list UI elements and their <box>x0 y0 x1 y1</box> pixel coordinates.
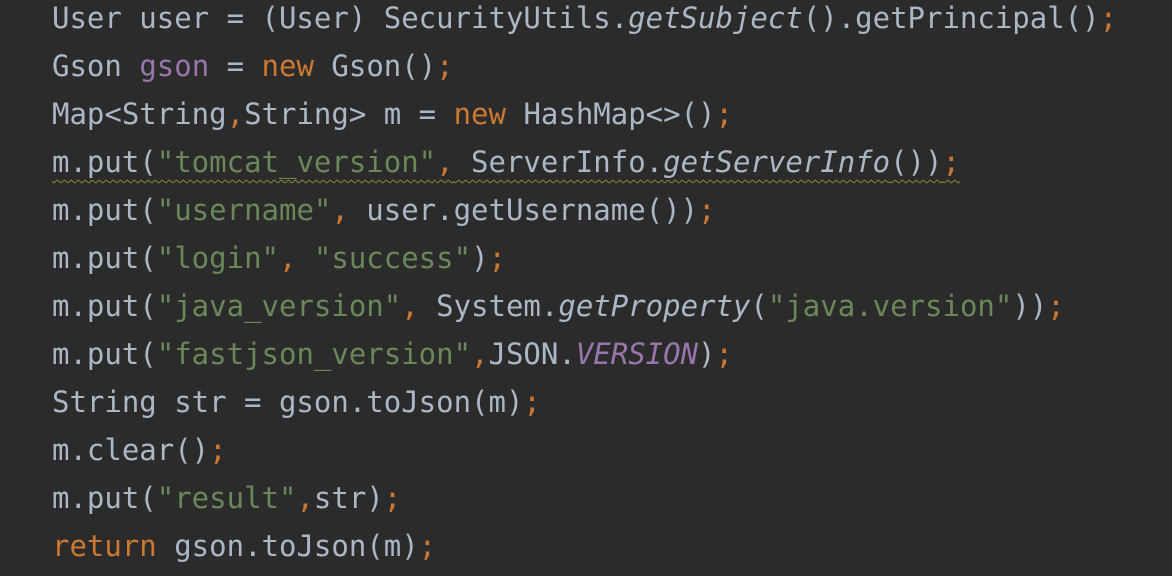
code-token: , <box>401 289 419 323</box>
code-token: getProperty <box>558 289 751 323</box>
code-token: ; <box>1047 289 1065 323</box>
code-token: ; <box>436 49 454 83</box>
code-token: ServerInfo. <box>453 145 664 179</box>
code-token: JSON. <box>488 337 576 371</box>
code-token: getSubject <box>628 1 803 35</box>
code-token: , <box>226 97 245 131</box>
code-token: ; <box>698 193 716 227</box>
code-token: "fastjson_version" <box>156 337 472 371</box>
code-line[interactable]: Map<String,String> m = new HashMap<>(); <box>52 90 733 138</box>
code-token: ; <box>942 145 960 179</box>
code-token: String str = gson.toJson(m) <box>52 385 524 419</box>
code-token: m.put( <box>52 289 157 323</box>
code-line[interactable]: m.put("fastjson_version",JSON.VERSION); <box>52 330 733 378</box>
warning-underline: m.put("tomcat_version", ServerInfo.getSe… <box>52 145 960 179</box>
code-token: ()) <box>890 145 943 179</box>
code-token: , <box>471 337 489 371</box>
code-token: "login" <box>156 241 279 275</box>
code-token: m.clear() <box>52 433 210 467</box>
code-token: Gson() <box>313 49 437 83</box>
code-line[interactable]: User user = (User) SecurityUtils.getSubj… <box>52 0 1117 42</box>
code-token: VERSION <box>575 337 699 371</box>
code-token: getServerInfo <box>663 145 891 179</box>
code-token: )) <box>1012 289 1048 323</box>
code-line[interactable]: String str = gson.toJson(m); <box>52 378 541 426</box>
code-token: Gson <box>52 49 140 83</box>
code-token: str) <box>313 481 384 515</box>
code-token: , <box>278 241 297 275</box>
code-token: m.put( <box>52 145 157 179</box>
code-line[interactable]: m.put("username", user.getUsername()); <box>52 186 716 234</box>
code-token: ) <box>471 241 489 275</box>
code-token: "result" <box>156 481 297 515</box>
code-token: System. <box>418 289 559 323</box>
code-token: ().getPrincipal() <box>802 1 1100 35</box>
code-token: = <box>209 49 262 83</box>
code-token: m.put( <box>52 193 157 227</box>
code-token: ; <box>488 241 506 275</box>
code-token: ; <box>209 433 227 467</box>
code-line[interactable]: m.put("login", "success"); <box>52 234 506 282</box>
code-token: ) <box>698 337 716 371</box>
code-line[interactable]: return gson.toJson(m); <box>52 522 436 570</box>
code-line[interactable]: m.put("tomcat_version", ServerInfo.getSe… <box>52 138 960 186</box>
code-token: gson.toJson(m) <box>156 529 419 563</box>
code-token: ; <box>523 385 541 419</box>
code-token: ; <box>715 97 733 131</box>
code-token: "username" <box>156 193 332 227</box>
code-token: ; <box>1099 1 1118 35</box>
code-token: new <box>453 97 506 131</box>
code-token: Map<String <box>52 97 227 131</box>
code-token: gson <box>139 49 210 83</box>
code-line[interactable]: m.clear(); <box>52 426 227 474</box>
code-token: m.put( <box>52 241 157 275</box>
code-token: , <box>331 193 349 227</box>
code-token: , <box>296 481 314 515</box>
code-token: ; <box>383 481 402 515</box>
code-token: "java.version" <box>767 289 1013 323</box>
code-token: ; <box>418 529 437 563</box>
code-line[interactable]: m.put("java_version", System.getProperty… <box>52 282 1065 330</box>
code-token: "tomcat_version" <box>156 145 437 179</box>
code-token: ; <box>715 337 733 371</box>
code-token: , <box>436 145 454 179</box>
code-token: user.getUsername()) <box>348 193 699 227</box>
code-token: new <box>261 49 314 83</box>
code-token: ( <box>750 289 768 323</box>
code-line[interactable]: Gson gson = new Gson(); <box>52 42 454 90</box>
code-token: "java_version" <box>156 289 402 323</box>
code-token: HashMap<>() <box>505 97 716 131</box>
code-token: String> m = <box>244 97 454 131</box>
code-token: "success" <box>313 241 472 275</box>
code-token: User user = (User) SecurityUtils. <box>52 1 629 35</box>
code-line[interactable]: m.put("result",str); <box>52 474 401 522</box>
code-token: m.put( <box>52 481 157 515</box>
code-token: return <box>52 529 157 563</box>
code-token: m.put( <box>52 337 157 371</box>
code-editor[interactable]: User user = (User) SecurityUtils.getSubj… <box>0 0 1172 576</box>
